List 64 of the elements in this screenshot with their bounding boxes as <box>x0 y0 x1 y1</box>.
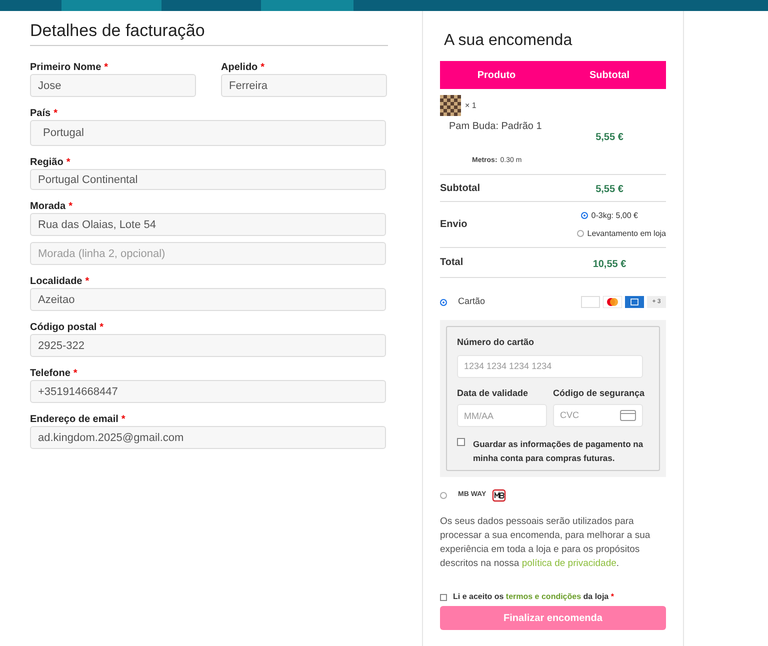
price: 5,55 € <box>596 132 624 143</box>
checkbox[interactable] <box>440 594 447 600</box>
field-label: Código postal <box>30 321 97 334</box>
field-label: Número do cartão <box>457 336 536 349</box>
input-field[interactable]: Morada (linha 2, opcional) <box>30 242 386 265</box>
radio-button[interactable] <box>577 230 584 237</box>
row-value: 5,55 € <box>596 184 624 195</box>
product-thumbnail <box>440 95 461 116</box>
checkbox-label: Guardar as informações de pagamento na minha conta para compras futuras. <box>473 438 644 465</box>
row-label: Envio <box>440 218 468 232</box>
field-label: País <box>30 107 51 120</box>
privacy-notice: Os seus dados pessoais serão utilizados para processar a sua encomenda, para melhorar a sua experiência em toda a loja e para os propósitos descritos na nossa política de privacidade. <box>440 515 652 571</box>
shipping-option[interactable]: Levantamento em loja <box>577 228 666 240</box>
input-field[interactable]: +351914668447 <box>30 380 386 403</box>
card-icon <box>620 410 636 421</box>
field-label: Telefone <box>30 367 70 380</box>
field-label: Data de validade <box>457 386 530 400</box>
required-mark: * <box>104 61 108 74</box>
required-mark: * <box>100 321 104 334</box>
select-field[interactable]: Portugal <box>30 120 386 146</box>
row-label: Subtotal <box>440 182 481 196</box>
field-label: Primeiro Nome <box>30 61 102 74</box>
checkbox[interactable] <box>457 438 465 446</box>
input-field[interactable]: Jose <box>30 74 196 97</box>
payment-method-label: Cartão <box>458 295 486 308</box>
required-mark: * <box>73 367 78 380</box>
required-mark: * <box>260 61 265 74</box>
field-label: Endereço de email <box>30 413 118 426</box>
required-mark: * <box>66 156 70 169</box>
amex-logo-icon <box>625 296 644 308</box>
field-label: Localidade <box>30 275 82 288</box>
section-title: A sua encomenda <box>443 31 574 51</box>
card-number-field[interactable]: 1234 1234 1234 1234 <box>457 354 643 378</box>
radio-button[interactable] <box>581 212 588 219</box>
field-label: Apelido <box>221 61 258 74</box>
mb-logo-icon <box>492 488 506 502</box>
radio-button[interactable] <box>440 492 447 498</box>
row-label: Total <box>440 256 464 270</box>
product-name: Pam Buda: Padrão 1 <box>448 120 543 134</box>
expiry-field[interactable]: MM/AA <box>457 404 547 427</box>
field-label: Região <box>30 156 64 169</box>
input-field[interactable]: Azeitao <box>30 288 386 311</box>
required-mark: * <box>68 200 72 213</box>
field-label: Morada <box>30 200 66 213</box>
input-field[interactable]: Rua das Olaias, Lote 54 <box>30 213 386 236</box>
required-mark: * <box>85 275 90 288</box>
input-field[interactable]: ad.kingdom.2025@gmail.com <box>30 426 386 449</box>
quantity: × 1 <box>465 100 476 112</box>
input-field[interactable]: Ferreira <box>221 74 387 97</box>
section-title: Detalhes de facturação <box>30 21 388 46</box>
column-header: Produto <box>476 68 517 82</box>
required-mark: * <box>54 107 58 120</box>
row-value: 10,55 € <box>592 258 626 270</box>
shipping-option[interactable]: 0-3kg: 5,00 € <box>581 210 638 222</box>
mastercard-logo-icon <box>603 296 622 308</box>
input-field[interactable]: 2925-322 <box>30 334 386 357</box>
cvc-field[interactable]: CVC <box>553 404 643 427</box>
column-header: Subtotal <box>588 68 630 82</box>
cvc-input[interactable]: CVC <box>560 408 620 422</box>
select-field[interactable]: Portugal Continental <box>30 169 386 190</box>
required-mark: * <box>121 413 126 426</box>
radio-button[interactable] <box>440 298 447 306</box>
terms-label: Li e aceito os termos e condições da loja * <box>453 591 614 603</box>
field-label: Código de segurança <box>553 386 645 400</box>
